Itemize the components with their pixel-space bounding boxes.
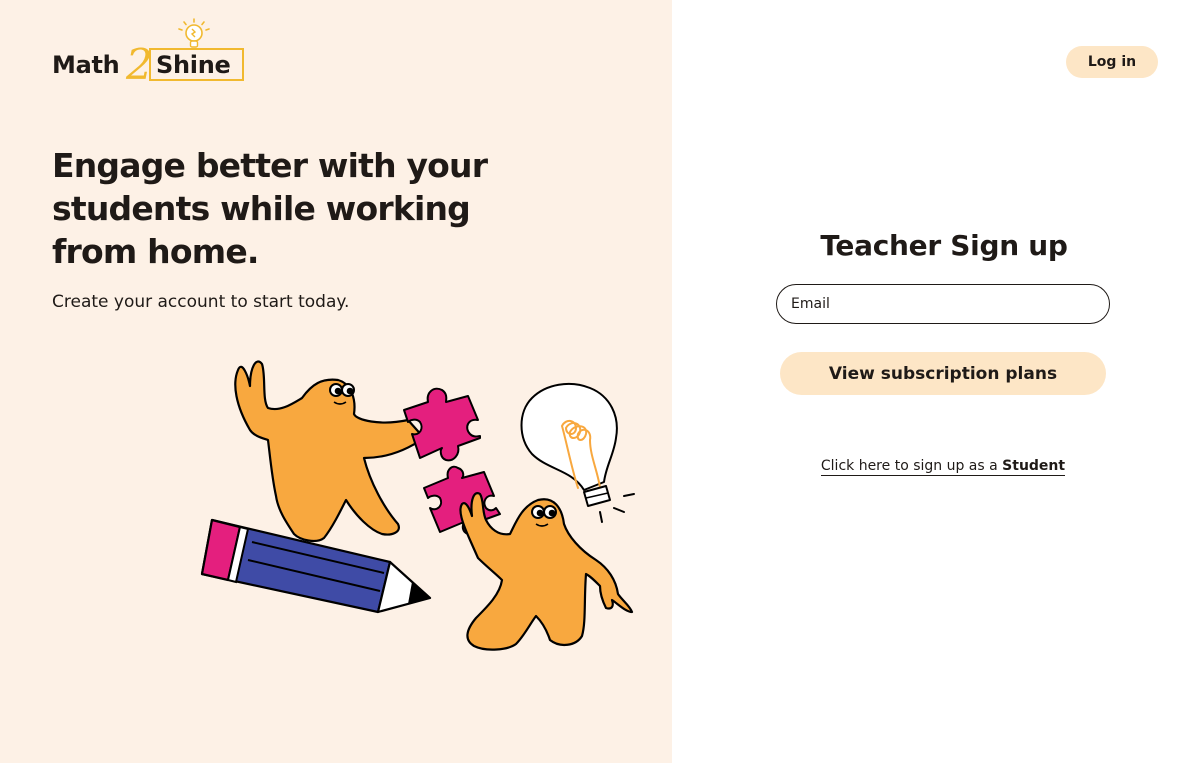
character-left [234, 360, 426, 543]
headline-line-2: students while working [52, 189, 471, 228]
email-field[interactable] [776, 284, 1110, 324]
student-link-prefix: Click here to sign up as a [820, 458, 1003, 474]
logo-word-shine: Shine [156, 51, 231, 79]
student-link-underline[interactable]: Click here to sign up as a Student [820, 458, 1066, 476]
view-subscription-plans-button[interactable]: View subscription plans [780, 352, 1106, 395]
headline-line-1: Engage better with your [52, 146, 488, 185]
logo-number-two: 2 [126, 40, 153, 89]
signup-title: Teacher Sign up [820, 229, 1068, 262]
hero-illustration [200, 360, 635, 651]
lightbulb-icon [178, 18, 210, 48]
student-signup-link[interactable]: Click here to sign up as a Student [776, 457, 1110, 476]
student-link-bold: Student [1002, 458, 1066, 474]
hero-subtext: Create your account to start today. [52, 292, 350, 312]
logo-word-math: Math [52, 51, 120, 79]
headline-line-3: from home. [52, 232, 259, 271]
hero-headline: Engage better with your students while w… [52, 144, 522, 273]
login-button[interactable]: Log in [1066, 46, 1158, 78]
puzzle-piece-top [403, 387, 481, 462]
math2shine-logo[interactable]: Math 2 Shine [52, 18, 252, 89]
left-hero-panel: Math 2 Shine Engage better with your stu… [0, 0, 672, 763]
